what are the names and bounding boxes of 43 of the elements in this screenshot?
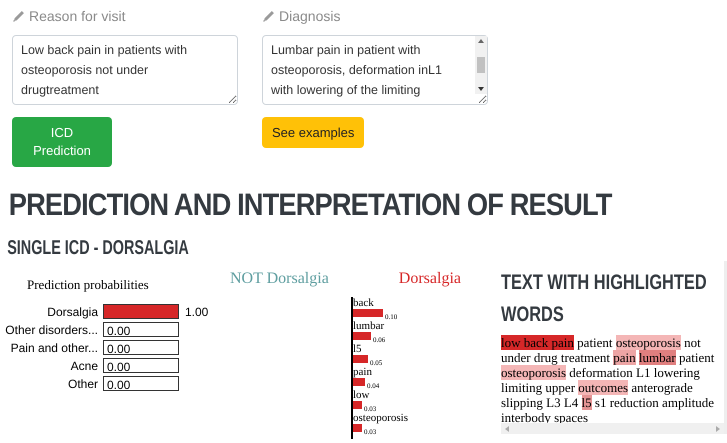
feature-label: l5 — [353, 343, 362, 355]
scroll-up-icon[interactable] — [478, 39, 484, 43]
positive-class-label: Dorsalgia — [398, 269, 461, 289]
probability-value: 1.00 — [185, 304, 208, 320]
probability-value: 0.00 — [107, 359, 130, 376]
feature-label: osteoporosis — [353, 412, 408, 424]
field-label: Reason for visit — [29, 6, 126, 26]
class-label: Pain and other... — [10, 340, 99, 356]
chart-title: Prediction probabilities — [26, 276, 150, 294]
text-area[interactable]: Low back pain in patients with osteoporosis not under drugtreatment — [12, 35, 238, 105]
scroll-down-icon[interactable] — [478, 87, 484, 91]
section-heading: SINGLE ICD - DORSALGIA — [6, 236, 190, 261]
highlighted-text: low back pain patient osteoporosis not under drug treatment pain lumbar patient osteoporosis deformation L1 lowering limiting upper outcomes anterograde slipping L3 L4 l5 s1 reduction amplitude interbody spaces — [501, 335, 716, 425]
feature-label: pain — [353, 366, 372, 378]
feature-bar — [353, 355, 368, 363]
class-label: Other — [66, 376, 99, 392]
action-button[interactable]: See examples — [262, 117, 364, 148]
negative-class-label: NOT Dorsalgia — [230, 269, 329, 289]
scroll-left-icon[interactable] — [505, 426, 509, 432]
class-label: Acne — [70, 358, 99, 374]
feature-bar — [353, 378, 365, 386]
probability-value: 0.00 — [107, 341, 130, 358]
probability-value: 0.00 — [107, 323, 130, 340]
panel-heading: TEXT WITH HIGHLIGHTED WORDS — [501, 270, 708, 328]
class-label: Other disorders... — [4, 322, 99, 338]
page-heading: PREDICTION AND INTERPRETATION OF RESULT — [8, 186, 614, 224]
horizontal-scrollbar[interactable] — [501, 423, 724, 434]
feature-bar — [353, 424, 362, 432]
feature-bar — [353, 401, 362, 409]
pencil-icon — [12, 10, 25, 22]
scrollbar-thumb[interactable] — [477, 57, 485, 73]
feature-label: low — [353, 389, 370, 401]
class-label: Dorsalgia — [46, 304, 99, 320]
text-area[interactable]: Lumbar pain in patient with osteoporosis, deformation inL1 with lowering of the limiting — [262, 35, 488, 105]
feature-label: lumbar — [353, 320, 384, 332]
field-label: Diagnosis — [279, 6, 340, 26]
scroll-right-icon[interactable] — [716, 426, 720, 432]
feature-bar — [353, 332, 371, 340]
vertical-scrollbar[interactable] — [475, 36, 487, 94]
feature-bar — [353, 309, 383, 317]
feature-label: back — [353, 297, 374, 309]
probability-value: 0.00 — [107, 377, 130, 394]
pencil-icon — [262, 10, 275, 22]
